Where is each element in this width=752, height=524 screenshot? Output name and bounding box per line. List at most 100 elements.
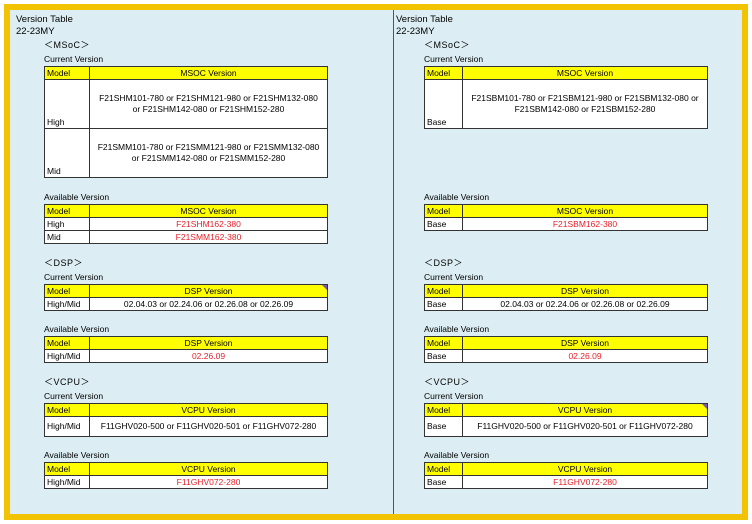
version-cell: F11GHV020-500 or F11GHV020-501 or F11GHV…: [89, 416, 328, 437]
version-cell: F21SMM162-380: [89, 230, 328, 244]
table-row: Base 02.04.03 or 02.24.06 or 02.26.08 or…: [424, 297, 708, 311]
table-row: Mid F21SMM162-380: [44, 230, 328, 244]
msoc-current-label: Current Version: [424, 54, 484, 64]
vcpu-current-table: Model VCPU Version Base F11GHV020-500 or…: [424, 403, 708, 437]
version-cell: F21SHM101-780 or F21SHM121-980 or F21SHM…: [89, 79, 328, 129]
model-cell: Base: [424, 297, 463, 311]
col-version-header: MSOC Version: [89, 204, 328, 218]
dsp-heading: ＜DSP＞: [44, 258, 84, 268]
vcpu-available-table: Model VCPU Version Base F11GHV072-280: [424, 462, 708, 489]
document-title: Version Table: [396, 14, 453, 25]
msoc-heading: ＜MSoC＞: [44, 40, 91, 50]
msoc-current-label: Current Version: [44, 54, 104, 64]
dsp-available-table: Model DSP Version Base 02.26.09: [424, 336, 708, 363]
version-cell: F21SHM162-380: [89, 217, 328, 231]
msoc-current-table: Model MSOC Version High F21SHM101-780 or…: [44, 66, 328, 178]
col-version-header: DSP Version: [462, 284, 708, 298]
vcpu-current-label: Current Version: [44, 391, 104, 401]
model-cell: Base: [424, 475, 463, 489]
vcpu-available-label: Available Version: [424, 450, 490, 460]
model-cell: High/Mid: [44, 475, 90, 489]
version-cell: F11GHV072-280: [89, 475, 328, 489]
col-model-header: Model: [424, 284, 463, 298]
vcpu-available-table: Model VCPU Version High/Mid F11GHV072-28…: [44, 462, 328, 489]
dsp-current-table: Model DSP Version Base 02.04.03 or 02.24…: [424, 284, 708, 311]
table-row: High/Mid F11GHV072-280: [44, 475, 328, 489]
msoc-available-label: Available Version: [424, 192, 490, 202]
vcpu-current-table: Model VCPU Version High/Mid F11GHV020-50…: [44, 403, 328, 437]
table-row: Base 02.26.09: [424, 349, 708, 363]
msoc-available-table: Model MSOC Version Base F21SBM162-380: [424, 204, 708, 231]
col-model-header: Model: [424, 66, 463, 80]
vcpu-available-label: Available Version: [44, 450, 110, 460]
table-row: Base F11GHV072-280: [424, 475, 708, 489]
msoc-available-table: Model MSOC Version High F21SHM162-380 Mi…: [44, 204, 328, 244]
col-model-header: Model: [44, 204, 90, 218]
model-cell: High: [44, 217, 90, 231]
version-cell: F11GHV072-280: [462, 475, 708, 489]
msoc-available-label: Available Version: [44, 192, 110, 202]
msoc-current-table: Model MSOC Version Base F21SBM101-780 or…: [424, 66, 708, 129]
model-cell: High/Mid: [44, 349, 90, 363]
model-cell: Mid: [44, 230, 90, 244]
dsp-available-table: Model DSP Version High/Mid 02.26.09: [44, 336, 328, 363]
version-cell: 02.26.09: [89, 349, 328, 363]
vcpu-current-label: Current Version: [424, 391, 484, 401]
model-cell: Base: [424, 79, 463, 129]
table-row: High/Mid 02.04.03 or 02.24.06 or 02.26.0…: [44, 297, 328, 311]
col-version-header: VCPU Version: [462, 462, 708, 476]
table-row: Base F21SBM162-380: [424, 217, 708, 231]
model-cell: High/Mid: [44, 297, 90, 311]
table-row: Mid F21SMM101-780 or F21SMM121-980 or F2…: [44, 128, 328, 178]
dsp-heading: ＜DSP＞: [424, 258, 464, 268]
col-model-header: Model: [424, 462, 463, 476]
model-cell: High: [44, 79, 90, 129]
right-panel: Version Table 22-23MY ＜MSoC＞ Current Ver…: [394, 10, 748, 514]
table-row: Base F21SBM101-780 or F21SBM121-980 or F…: [424, 79, 708, 129]
dsp-current-table: Model DSP Version High/Mid 02.04.03 or 0…: [44, 284, 328, 311]
col-version-header: DSP Version: [462, 336, 708, 350]
document-title: Version Table: [16, 14, 73, 25]
col-model-header: Model: [424, 204, 463, 218]
col-version-header: VCPU Version: [462, 403, 708, 417]
model-cell: High/Mid: [44, 416, 90, 437]
version-cell: 02.04.03 or 02.24.06 or 02.26.08 or 02.2…: [89, 297, 328, 311]
msoc-heading: ＜MSoC＞: [424, 40, 471, 50]
dsp-available-label: Available Version: [44, 324, 110, 334]
col-version-header: VCPU Version: [89, 403, 328, 417]
col-model-header: Model: [44, 284, 90, 298]
dsp-current-label: Current Version: [44, 272, 104, 282]
version-cell: F11GHV020-500 or F11GHV020-501 or F11GHV…: [462, 416, 708, 437]
col-model-header: Model: [44, 336, 90, 350]
col-version-header: MSOC Version: [89, 66, 328, 80]
document-subtitle: 22-23MY: [16, 26, 55, 37]
model-cell: Mid: [44, 128, 90, 178]
table-row: High/Mid F11GHV020-500 or F11GHV020-501 …: [44, 416, 328, 437]
col-model-header: Model: [424, 336, 463, 350]
table-row: High/Mid 02.26.09: [44, 349, 328, 363]
document-subtitle: 22-23MY: [396, 26, 435, 37]
table-row: Base F11GHV020-500 or F11GHV020-501 or F…: [424, 416, 708, 437]
col-version-header: DSP Version: [89, 336, 328, 350]
dsp-available-label: Available Version: [424, 324, 490, 334]
dsp-current-label: Current Version: [424, 272, 484, 282]
vcpu-heading: ＜VCPU＞: [44, 377, 91, 387]
model-cell: Base: [424, 349, 463, 363]
version-cell: F21SBM162-380: [462, 217, 708, 231]
table-row: High F21SHM101-780 or F21SHM121-980 or F…: [44, 79, 328, 129]
document-frame: Version Table 22-23MY ＜MSoC＞ Current Ver…: [4, 4, 748, 520]
col-version-header: DSP Version: [89, 284, 328, 298]
col-version-header: MSOC Version: [462, 204, 708, 218]
vcpu-heading: ＜VCPU＞: [424, 377, 471, 387]
table-row: High F21SHM162-380: [44, 217, 328, 231]
col-version-header: VCPU Version: [89, 462, 328, 476]
version-cell: F21SMM101-780 or F21SMM121-980 or F21SMM…: [89, 128, 328, 178]
version-cell: 02.26.09: [462, 349, 708, 363]
col-model-header: Model: [44, 462, 90, 476]
col-model-header: Model: [424, 403, 463, 417]
model-cell: Base: [424, 416, 463, 437]
left-panel: Version Table 22-23MY ＜MSoC＞ Current Ver…: [10, 10, 393, 514]
col-model-header: Model: [44, 66, 90, 80]
version-cell: F21SBM101-780 or F21SBM121-980 or F21SBM…: [462, 79, 708, 129]
version-cell: 02.04.03 or 02.24.06 or 02.26.08 or 02.2…: [462, 297, 708, 311]
